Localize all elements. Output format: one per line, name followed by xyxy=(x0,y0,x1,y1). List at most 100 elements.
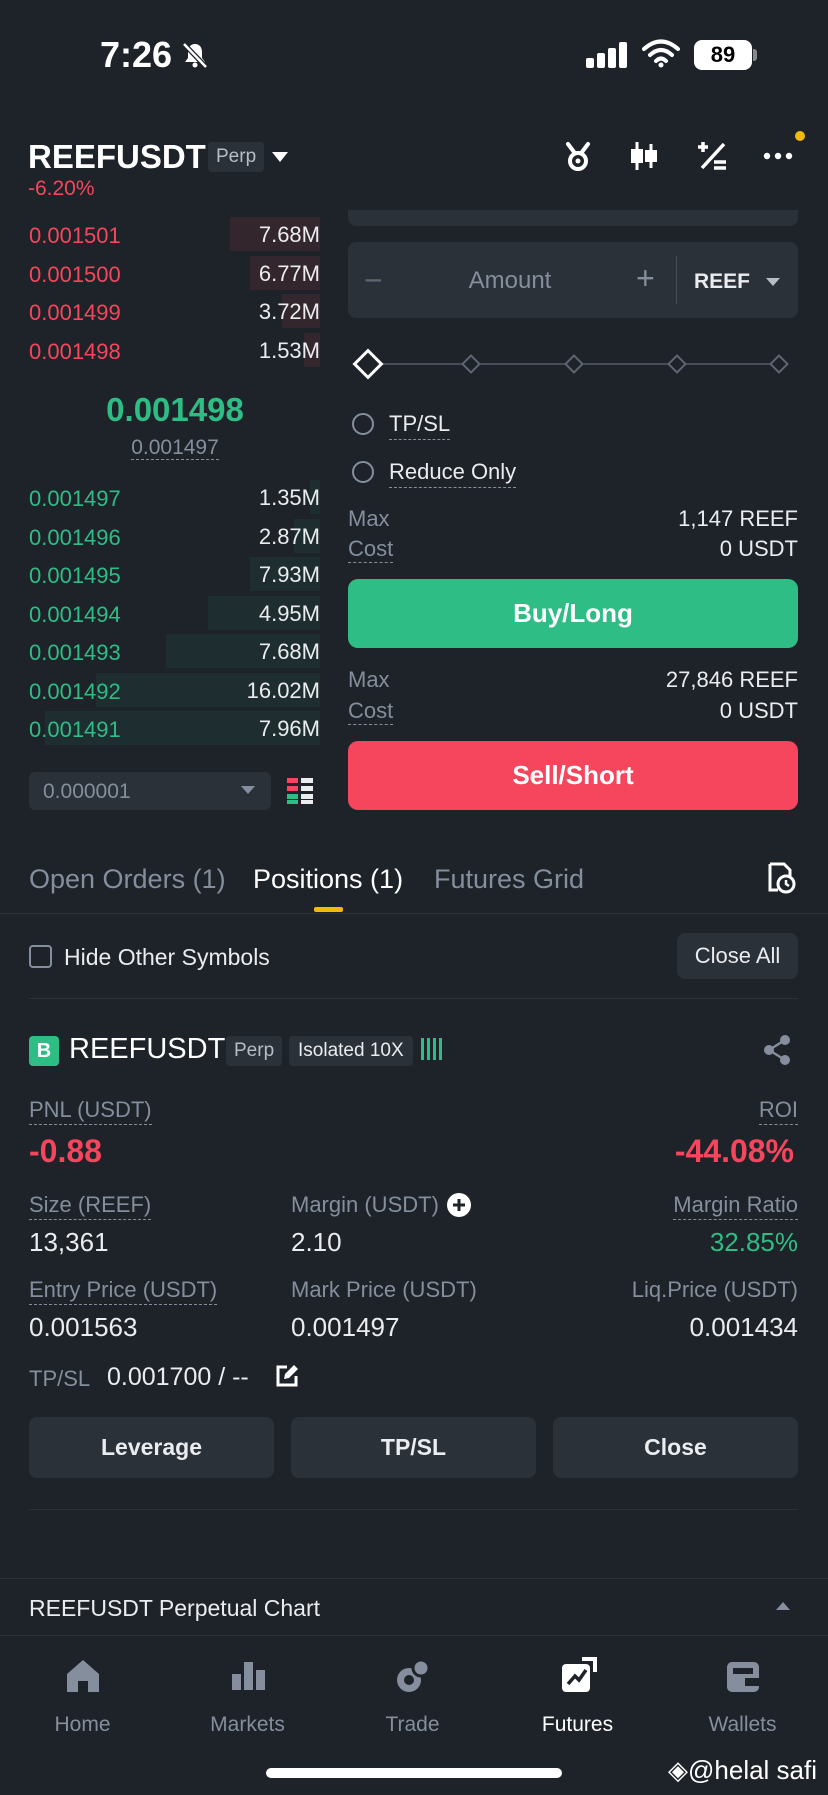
leverage-button[interactable]: Leverage xyxy=(29,1417,274,1478)
candlestick-chart-icon[interactable] xyxy=(626,138,662,174)
watermark-text: @helal safi xyxy=(688,1755,818,1785)
slider-step-50[interactable] xyxy=(564,354,584,374)
nav-home-label: Home xyxy=(54,1713,111,1736)
long-side-badge: B xyxy=(29,1036,59,1066)
home-indicator[interactable] xyxy=(266,1768,562,1778)
symbol-dropdown-icon[interactable] xyxy=(272,152,288,162)
orderbook-row[interactable]: 0.001497 1.35M xyxy=(0,478,320,516)
chevron-down-icon xyxy=(241,786,255,794)
battery-indicator: 89 xyxy=(694,40,752,70)
reduce-only-radio[interactable] xyxy=(352,461,374,483)
buy-long-button[interactable]: Buy/Long xyxy=(348,579,798,648)
orderbook-row[interactable]: 0.001494 4.95M xyxy=(0,594,320,632)
tick-size-select[interactable]: 0.000001 xyxy=(29,772,271,810)
size-value: 13,361 xyxy=(29,1227,109,1257)
orderbook-row[interactable]: 0.001498 1.53M xyxy=(0,331,320,369)
orderbook-row[interactable]: 0.001491 7.96M xyxy=(0,709,320,747)
orderbook-qty: 1.35M xyxy=(258,485,320,510)
sell-cost-value: 0 USDT xyxy=(719,698,798,723)
orderbook-price: 0.001494 xyxy=(29,601,121,627)
divider xyxy=(29,998,798,999)
mark-price-value: 0.001497 xyxy=(291,1312,400,1342)
entry-price-label: Entry Price (USDT) xyxy=(29,1277,218,1305)
chevron-up-icon[interactable] xyxy=(776,1602,790,1610)
symbol-title[interactable]: REEFUSDT xyxy=(28,138,206,176)
margin-mode-tag[interactable]: Isolated 10X xyxy=(289,1036,413,1066)
tab-positions[interactable]: Positions (1) xyxy=(253,864,403,895)
signal-icon xyxy=(586,42,630,68)
liq-price-value: 0.001434 xyxy=(689,1312,798,1342)
order-history-icon[interactable] xyxy=(764,862,796,894)
tab-open-orders[interactable]: Open Orders (1) xyxy=(29,864,226,895)
add-margin-icon[interactable] xyxy=(447,1193,471,1217)
orderbook-qty: 4.95M xyxy=(258,600,320,626)
close-all-button[interactable]: Close All xyxy=(677,933,798,979)
chevron-down-icon[interactable] xyxy=(766,278,780,286)
bell-muted-icon xyxy=(182,42,208,69)
chart-toggle-label[interactable]: REEFUSDT Perpetual Chart xyxy=(29,1595,320,1622)
orderbook-row[interactable]: 0.001492 16.02M xyxy=(0,671,320,709)
close-position-button[interactable]: Close xyxy=(553,1417,798,1478)
orderbook-row[interactable]: 0.001501 7.68M xyxy=(0,215,320,253)
home-icon xyxy=(67,1660,99,1692)
tick-size-value: 0.000001 xyxy=(43,780,131,803)
edit-icon[interactable] xyxy=(275,1364,299,1388)
orderbook-layout-icon[interactable] xyxy=(287,778,313,804)
margin-label: Margin (USDT) xyxy=(291,1192,439,1217)
position-contract-tag: Perp xyxy=(226,1036,283,1066)
minus-icon[interactable]: − xyxy=(364,262,383,299)
orderbook-row[interactable]: 0.001496 2.87M xyxy=(0,517,320,555)
orderbook-row[interactable]: 0.001500 6.77M xyxy=(0,254,320,292)
futures-icon xyxy=(562,1657,597,1692)
chart-bar-divider xyxy=(0,1578,828,1579)
margin-value: 2.10 xyxy=(291,1227,342,1257)
orderbook-row[interactable]: 0.001495 7.93M xyxy=(0,555,320,593)
plus-icon[interactable]: + xyxy=(636,260,655,297)
roi-value: -44.08% xyxy=(674,1133,794,1169)
price-input-edge[interactable] xyxy=(348,210,798,226)
size-label: Size (REEF) xyxy=(29,1192,152,1220)
orderbook-qty: 7.96M xyxy=(258,716,320,741)
status-time: 7:26 xyxy=(100,34,173,75)
mark-price: 0.001497 xyxy=(0,436,350,460)
orderbook-row[interactable]: 0.001493 7.68M xyxy=(0,632,320,670)
amount-slider-handle[interactable] xyxy=(352,348,384,380)
nav-trade-label: Trade xyxy=(385,1713,440,1736)
tpsl-label[interactable]: TP/SL xyxy=(389,411,451,440)
reduce-only-label[interactable]: Reduce Only xyxy=(389,459,517,488)
sell-max-value: 27,846 REEF xyxy=(665,667,798,692)
buy-max-value: 1,147 REEF xyxy=(678,506,798,531)
orderbook-price: 0.001491 xyxy=(29,717,121,742)
amount-divider xyxy=(676,256,677,304)
more-icon[interactable] xyxy=(760,138,796,174)
position-symbol[interactable]: REEFUSDT xyxy=(69,1033,225,1066)
orderbook-qty: 7.68M xyxy=(258,222,320,247)
amount-unit-select[interactable]: REEF xyxy=(694,270,750,294)
orderbook-row[interactable]: 0.001499 3.72M xyxy=(0,292,320,330)
last-price[interactable]: 0.001498 xyxy=(0,391,350,429)
orderbook-qty: 3.72M xyxy=(258,299,320,324)
amount-placeholder[interactable]: Amount xyxy=(430,267,590,295)
trade-icon xyxy=(397,1658,431,1692)
share-icon[interactable] xyxy=(762,1034,792,1066)
orderbook-price: 0.001497 xyxy=(29,486,121,511)
tab-futures-grid[interactable]: Futures Grid xyxy=(434,864,584,895)
buy-cost-value: 0 USDT xyxy=(719,536,798,561)
slider-step-100[interactable] xyxy=(769,354,789,374)
slider-step-75[interactable] xyxy=(667,354,687,374)
slider-step-25[interactable] xyxy=(461,354,481,374)
hide-other-symbols-checkbox[interactable] xyxy=(29,945,52,968)
position-tpsl-label: TP/SL xyxy=(29,1366,91,1391)
trophy-icon[interactable] xyxy=(560,138,596,174)
position-tpsl-value: 0.001700 / -- xyxy=(107,1363,249,1391)
calculator-icon[interactable] xyxy=(694,138,730,174)
sell-short-button[interactable]: Sell/Short xyxy=(348,741,798,810)
orderbook-price: 0.001493 xyxy=(29,640,121,665)
orderbook-price: 0.001499 xyxy=(29,300,121,325)
hide-other-symbols-label[interactable]: Hide Other Symbols xyxy=(64,944,270,971)
roi-label: ROI xyxy=(758,1097,798,1125)
margin-ratio-value: 32.85% xyxy=(709,1227,798,1257)
notification-dot xyxy=(795,131,805,141)
tpsl-button[interactable]: TP/SL xyxy=(291,1417,536,1478)
tpsl-radio[interactable] xyxy=(352,413,374,435)
